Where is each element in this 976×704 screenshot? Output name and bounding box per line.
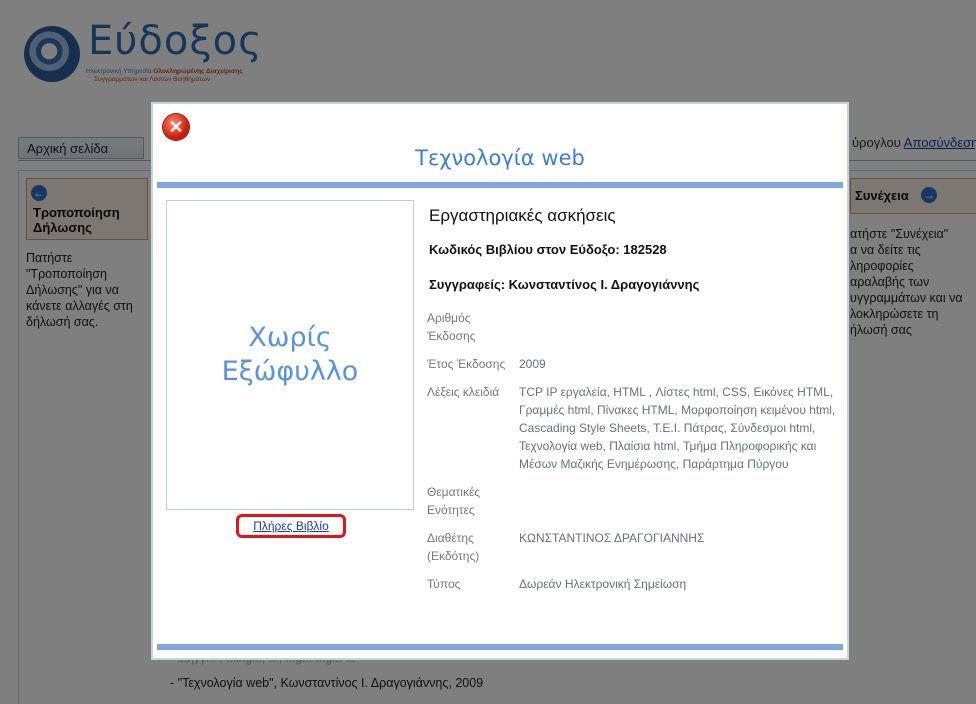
detail-row-subjects: Θεματικές Ενότητες (427, 478, 843, 524)
detail-value (519, 309, 839, 345)
detail-label: Θεματικές Ενότητες (427, 485, 481, 517)
detail-label: Έτος Έκδοσης (427, 357, 506, 371)
detail-value: ΚΩΝΣΤΑΝΤΙΝΟΣ ΔΡΑΓΟΓΙΑΝΝΗΣ (519, 531, 705, 545)
full-book-link[interactable]: Πλήρες Βιβλίο (253, 519, 329, 533)
book-cover-placeholder: Χωρίς Εξώφυλλο (166, 200, 414, 510)
detail-value: 2009 (519, 357, 546, 371)
dialog-title: Τεχνολογία web (415, 146, 585, 170)
full-book-link-highlight: Πλήρες Βιβλίο (236, 514, 346, 538)
detail-label: Λέξεις κλειδιά (427, 385, 500, 399)
book-code: Κωδικός Βιβλίου στον Εύδοξο: 182528 (429, 242, 667, 257)
detail-label: Διαθέτης (Εκδότης) (427, 531, 480, 563)
detail-label: Αριθμός Έκδοσης (427, 311, 476, 343)
detail-row-keywords: Λέξεις κλειδιά TCP IP εργαλεία, HTML , Λί… (427, 378, 843, 478)
detail-value (519, 483, 839, 519)
book-details-table: Αριθμός Έκδοσης Έτος Έκδοσης 2009 Λέξεις … (427, 304, 843, 598)
detail-value: TCP IP εργαλεία, HTML , Λίστες html, CSS… (519, 385, 836, 471)
detail-value: Δωρεάν Ηλεκτρονική Σημείωση (519, 577, 687, 591)
detail-row-edition: Αριθμός Έκδοσης (427, 304, 843, 350)
cover-placeholder-text: Χωρίς Εξώφυλλο (221, 322, 359, 387)
dialog-bottom-divider (157, 644, 843, 650)
detail-row-year: Έτος Έκδοσης 2009 (427, 350, 843, 378)
book-name: Εργαστηριακές ασκήσεις (429, 206, 616, 225)
detail-row-publisher: Διαθέτης (Εκδότης) ΚΩΝΣΤΑΝΤΙΝΟΣ ΔΡΑΓΟΓΙΑΝ… (427, 524, 843, 570)
close-icon[interactable]: ✕ (163, 114, 189, 140)
book-authors: Συγγραφείς: Κωνσταντίνος Ι. Δραγογιάννης (429, 277, 700, 292)
detail-label: Τύπος (427, 577, 461, 591)
book-details-dialog: ✕ Τεχνολογία web Χωρίς Εξώφυλλο Πλήρες Β… (151, 102, 849, 660)
dialog-top-divider (157, 182, 843, 188)
detail-row-type: Τύπος Δωρεάν Ηλεκτρονική Σημείωση (427, 570, 843, 598)
